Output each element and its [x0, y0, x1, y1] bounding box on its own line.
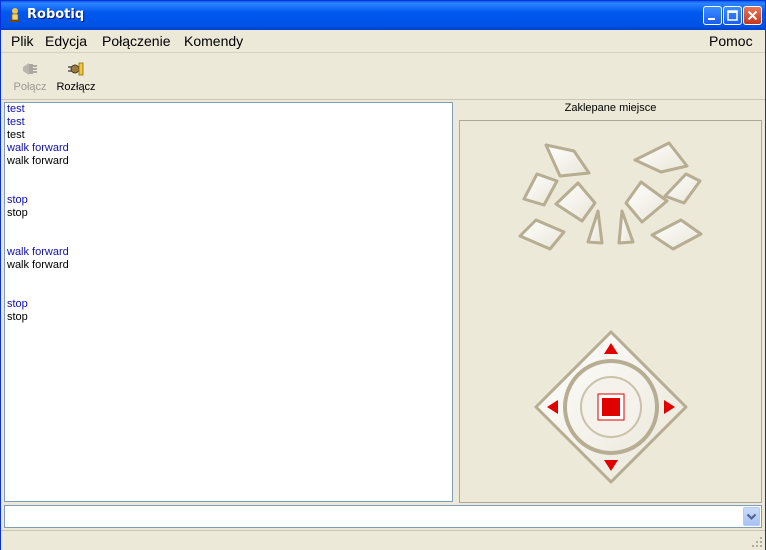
servo-pad-l4[interactable] [518, 218, 566, 251]
log-line: test [7, 116, 25, 128]
servo-pad-r2[interactable] [663, 172, 702, 205]
plug-disconnect-icon [68, 62, 84, 76]
servo-pad-r1[interactable] [633, 141, 689, 174]
close-icon [747, 10, 758, 21]
command-dropdown-button[interactable] [743, 507, 760, 526]
maximize-icon [727, 10, 738, 21]
plug-connect-icon [23, 63, 37, 75]
disconnect-button[interactable]: Rozłącz [53, 57, 99, 95]
log-line: walk forward [7, 246, 69, 258]
stop-icon [602, 398, 620, 416]
resize-grip-icon[interactable] [751, 536, 763, 548]
connect-button[interactable]: Połącz [7, 57, 53, 95]
command-input[interactable] [7, 507, 737, 525]
log-line: stop [7, 311, 28, 323]
menu-plik[interactable]: Plik [11, 33, 34, 49]
log-line: stop [7, 207, 28, 219]
status-bar [1, 530, 765, 550]
leg-pad-right [617, 141, 703, 251]
control-panel-graphic [518, 141, 703, 484]
window-title: Robotiq [27, 7, 85, 22]
panel-title: Zaklepane miejsce [564, 102, 657, 114]
log-line: walk forward [7, 142, 69, 154]
log-line: test [7, 103, 25, 115]
connect-label: Połącz [13, 81, 47, 93]
log-line: walk forward [7, 155, 69, 167]
menu-edycja[interactable]: Edycja [45, 33, 87, 49]
minimize-icon [708, 18, 715, 20]
servo-pad-r3[interactable] [624, 180, 669, 224]
maximize-button[interactable] [723, 6, 742, 25]
toolbar: Połącz Rozłącz [1, 53, 765, 100]
log-line: stop [7, 298, 28, 310]
minimize-button[interactable] [703, 6, 722, 25]
command-combobox[interactable] [4, 505, 762, 528]
app-window: Robotiq Plik Edycja Połączenie Komendy P… [0, 0, 766, 550]
log-line: stop [7, 194, 28, 206]
menu-komendy[interactable]: Komendy [184, 33, 243, 49]
log-line: test [7, 129, 25, 141]
message-log[interactable]: test test test walk forward walk forward stop… [4, 102, 453, 502]
servo-pad-l1[interactable] [544, 143, 591, 178]
chevron-down-icon [746, 513, 757, 520]
close-button[interactable] [743, 6, 762, 25]
menu-bar: Plik Edycja Połączenie Komendy Pomoc [1, 30, 765, 53]
servo-pad-r4[interactable] [650, 218, 703, 251]
robot-app-icon [10, 8, 20, 22]
control-panel [459, 120, 762, 503]
servo-pad-l5[interactable] [586, 209, 604, 245]
servo-pad-l3[interactable] [554, 181, 597, 223]
disconnect-label: Rozłącz [56, 81, 96, 93]
menu-pomoc[interactable]: Pomoc [709, 33, 753, 49]
servo-pad-l2[interactable] [522, 172, 559, 207]
title-bar[interactable]: Robotiq [1, 1, 765, 30]
log-line: walk forward [7, 259, 69, 271]
menu-polaczenie[interactable]: Połączenie [102, 33, 171, 49]
leg-pad-left [518, 143, 604, 251]
servo-pad-r5[interactable] [617, 209, 635, 245]
